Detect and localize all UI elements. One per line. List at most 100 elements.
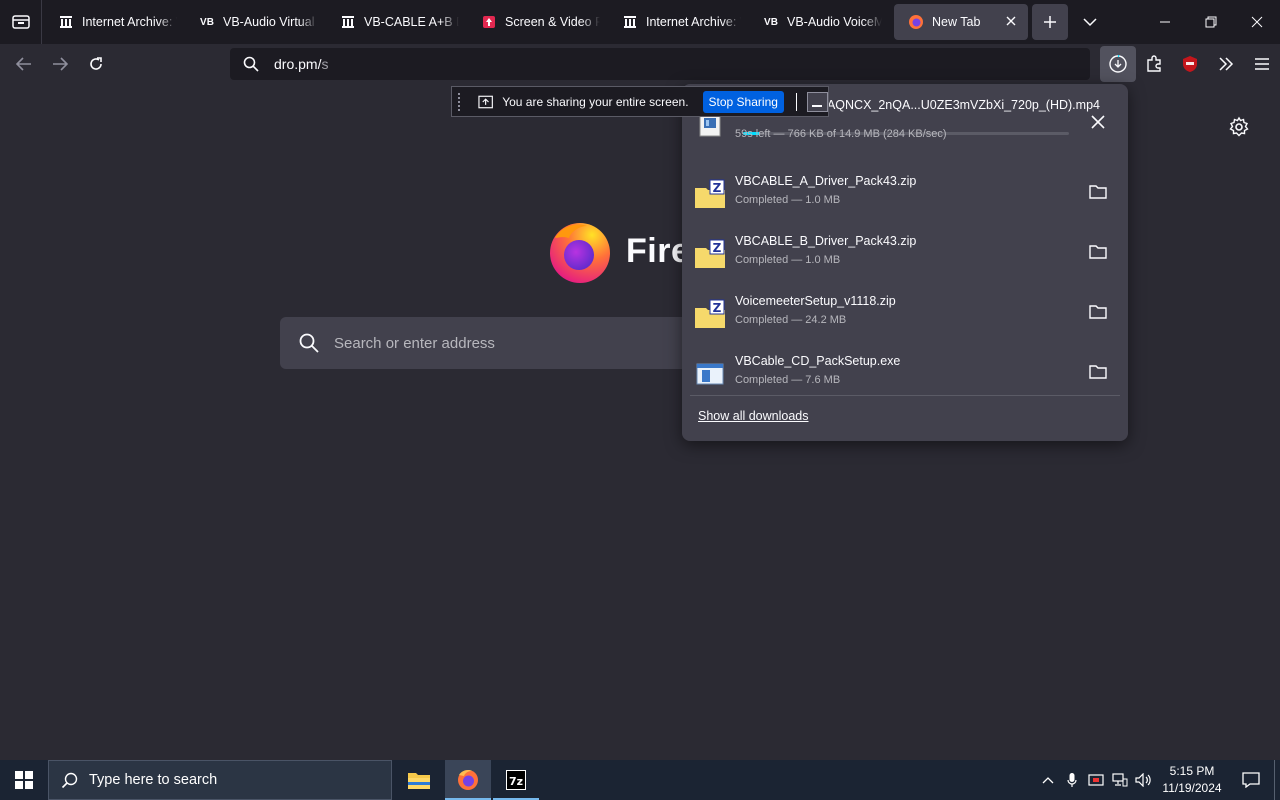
taskbar-7zip[interactable]: 7z [493,760,539,800]
back-button[interactable] [6,48,42,80]
taskbar-search-placeholder: Type here to search [89,772,218,788]
executable-file-icon [696,363,724,385]
firefox-icon [908,14,924,30]
screen-sharing-indicator[interactable]: You are sharing your entire screen. Stop… [451,86,829,117]
show-hidden-icons-button[interactable] [1036,760,1060,800]
gear-icon[interactable] [1228,116,1250,138]
ublock-origin-button[interactable] [1172,46,1208,82]
network-tray-button[interactable] [1108,760,1132,800]
url-path: s [321,56,329,72]
download-status: Completed — 24.2 MB [735,314,847,326]
taskbar-file-explorer[interactable] [396,760,442,800]
download-filename: _AQNCX_2nQA...U0ZE3mVZbXi_720p_(HD).mp4 [820,98,1100,112]
network-icon [1112,773,1128,787]
tab-new-tab[interactable]: New Tab [894,4,1028,40]
download-item-zip-a[interactable]: Z VBCABLE_A_Driver_Pack43.zip Completed … [690,168,1120,224]
download-item-voicemeeter[interactable]: Z VoicemeeterSetup_v1118.zip Completed —… [690,288,1120,344]
divider [795,92,797,111]
vb-icon: VB [764,16,778,28]
windows-logo-icon [15,771,33,789]
taskbar-firefox[interactable] [445,760,491,800]
tab-internet-archive-2[interactable]: Internet Archive: Wayb [608,4,747,40]
archive-icon [58,14,74,30]
minimize-indicator-button[interactable] [806,91,828,112]
tab-vb-audio-virtual[interactable]: VB VB-Audio Virtual Apps [185,4,324,40]
downloads-button[interactable] [1100,46,1136,82]
close-tab-icon[interactable] [1004,14,1018,28]
volume-tray-button[interactable] [1132,760,1156,800]
download-status: 59s left — 766 KB of 14.9 MB (284 KB/sec… [735,128,947,140]
app-menu-button[interactable] [1244,46,1280,82]
show-desktop-button[interactable] [1274,760,1280,800]
list-all-tabs-button[interactable] [1072,4,1108,40]
drag-handle[interactable] [458,92,462,111]
vb-icon: VB [200,16,214,28]
cancel-download-icon[interactable] [1088,112,1108,132]
url-text[interactable]: dro.pm/s [274,56,328,72]
new-tab-button[interactable] [1032,4,1068,40]
clock-date: 11/19/2024 [1162,781,1222,795]
clock-time: 5:15 PM [1169,764,1215,778]
downloads-panel: _AQNCX_2nQA...U0ZE3mVZbXi_720p_(HD).mp4 … [682,84,1128,441]
folder-icon[interactable] [1088,302,1108,322]
screen-share-icon [478,95,493,108]
ublock-origin-icon [1183,56,1197,72]
sharing-message: You are sharing your entire screen. [502,94,689,109]
chevron-up-icon [1042,777,1054,784]
screen-capture-tray-button[interactable] [1084,760,1108,800]
firefox-wordmark: Firefox [626,232,686,270]
stop-sharing-button[interactable]: Stop Sharing [702,90,784,113]
tab-label: VB-Audio Virtual Apps [223,15,318,29]
hamburger-menu-icon [1255,58,1269,70]
folder-icon[interactable] [1088,242,1108,262]
screen-share-icon [1088,774,1104,786]
tab-strip: Internet Archive: Wayb VB VB-Audio Virtu… [0,0,1280,44]
download-filename: VBCABLE_A_Driver_Pack43.zip [735,174,917,188]
tab-internet-archive-1[interactable]: Internet Archive: Wayb [44,4,183,40]
firefox-view-button[interactable] [0,0,42,44]
microphone-icon [1067,773,1077,787]
zip-archive-icon: Z [695,239,725,268]
start-button[interactable] [0,760,48,800]
more-tools-button[interactable] [1208,46,1244,82]
puzzle-icon [1147,55,1161,72]
window-controls [1142,0,1280,44]
forward-button[interactable] [42,48,78,80]
screen-recorder-icon [481,14,497,30]
tab-screen-recorder[interactable]: Screen & Video Recor [467,4,606,40]
arrow-right-icon [53,57,68,71]
tab-vb-cable[interactable]: VB-CABLE A+B Driver [326,4,465,40]
archive-icon [622,14,638,30]
tab-label: VB-CABLE A+B Driver [364,15,459,29]
reload-button[interactable] [78,48,114,80]
microphone-tray-button[interactable] [1060,760,1084,800]
7zip-icon: 7z [506,770,526,790]
minimize-button[interactable] [1142,0,1188,44]
newtab-search-placeholder: Search or enter address [334,334,495,352]
arrow-left-icon [16,57,31,71]
restore-button[interactable] [1188,0,1234,44]
download-progress-icon [1109,55,1127,73]
archive-icon [340,14,356,30]
address-bar[interactable]: dro.pm/s [230,48,1090,80]
taskbar-clock[interactable]: 5:15 PM 11/19/2024 [1156,763,1228,797]
download-status: Completed — 7.6 MB [735,374,841,386]
system-tray: 5:15 PM 11/19/2024 [1036,760,1280,800]
download-filename: VoicemeeterSetup_v1118.zip [735,294,896,308]
close-window-button[interactable] [1234,0,1280,44]
tab-vb-audio-voicemeeter[interactable]: VB VB-Audio VoiceMeeter [749,4,888,40]
show-all-downloads-link[interactable]: Show all downloads [698,409,809,423]
extensions-button[interactable] [1136,46,1172,82]
download-status: Completed — 1.0 MB [735,254,841,266]
firefox-view-icon [11,15,30,29]
svg-text:Z: Z [713,181,722,195]
action-center-button[interactable] [1228,760,1274,800]
chevron-down-icon [1083,18,1097,27]
tab-label: Screen & Video Recor [505,15,600,29]
reload-icon [90,57,102,70]
folder-icon[interactable] [1088,362,1108,382]
search-icon [299,333,319,353]
download-item-zip-b[interactable]: Z VBCABLE_B_Driver_Pack43.zip Completed … [690,228,1120,284]
taskbar-search-box[interactable]: Type here to search [48,760,392,800]
folder-icon[interactable] [1088,182,1108,202]
